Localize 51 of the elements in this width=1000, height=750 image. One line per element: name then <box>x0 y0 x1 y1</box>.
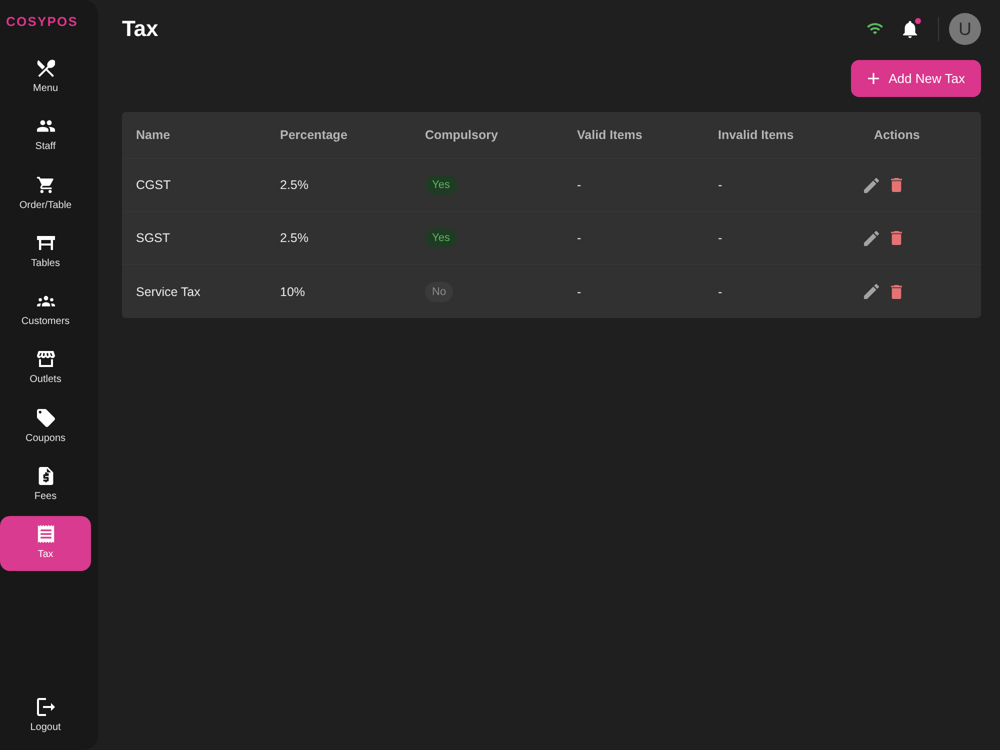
logo: COSYPOS <box>5 13 78 31</box>
add-new-tax-button[interactable]: Add New Tax <box>850 60 981 97</box>
document-dollar-icon <box>36 467 54 486</box>
valid-items-value: - <box>577 231 582 245</box>
invalid-items-value: - <box>718 231 722 245</box>
edit-icon[interactable] <box>864 284 879 299</box>
delete-icon[interactable] <box>891 231 902 245</box>
valid-items-value: - <box>577 284 582 298</box>
compulsory-badge: Yes <box>425 228 457 248</box>
tag-icon <box>36 408 54 427</box>
plus-icon <box>868 73 879 84</box>
storefront-icon <box>36 350 54 368</box>
tax-name: SGST <box>136 231 170 245</box>
page-title: Tax <box>122 15 158 43</box>
column-header: Compulsory <box>425 128 498 142</box>
tax-percentage: 2.5% <box>280 231 308 245</box>
sidebar-item[interactable]: Tax <box>0 516 91 572</box>
column-header: Invalid Items <box>718 128 794 142</box>
delete-icon[interactable] <box>891 284 902 298</box>
delete-icon[interactable] <box>891 178 902 192</box>
sidebar-item[interactable]: Outlets <box>0 341 91 396</box>
column-header: Actions <box>874 128 920 142</box>
tax-name: Service Tax <box>136 284 200 298</box>
tax-percentage: 2.5% <box>280 178 308 192</box>
compulsory-badge: Yes <box>425 175 457 195</box>
sidebar-item[interactable]: Tables <box>0 224 91 280</box>
sidebar-item[interactable]: Menu <box>0 50 91 105</box>
edit-icon[interactable] <box>864 178 879 192</box>
invalid-items-value: - <box>718 178 722 192</box>
sidebar-item[interactable]: Customers <box>0 283 91 338</box>
table-icon <box>36 234 54 252</box>
logout-icon <box>36 698 54 716</box>
logout-button[interactable]: Logout <box>0 689 91 744</box>
valid-items-value: - <box>577 178 582 192</box>
tax-name: CGST <box>136 178 171 192</box>
tax-percentage: 10% <box>280 284 306 298</box>
receipt-icon <box>36 525 54 544</box>
column-header: Valid Items <box>577 128 642 142</box>
wifi-icon <box>867 23 883 35</box>
sidebar-item[interactable]: Staff <box>0 108 91 164</box>
invalid-items-value: - <box>718 284 722 298</box>
notification-bell-icon[interactable] <box>903 20 917 38</box>
fork-spoon-icon <box>36 59 54 77</box>
sidebar-item[interactable]: Coupons <box>0 400 91 455</box>
sidebar-item[interactable]: Fees <box>0 458 91 514</box>
column-header: Name <box>136 128 170 142</box>
compulsory-badge: No <box>425 282 454 302</box>
edit-icon[interactable] <box>864 230 879 246</box>
column-header: Percentage <box>280 128 348 142</box>
cart-icon <box>36 176 54 194</box>
sidebar-item[interactable]: Order/Table <box>0 166 91 222</box>
